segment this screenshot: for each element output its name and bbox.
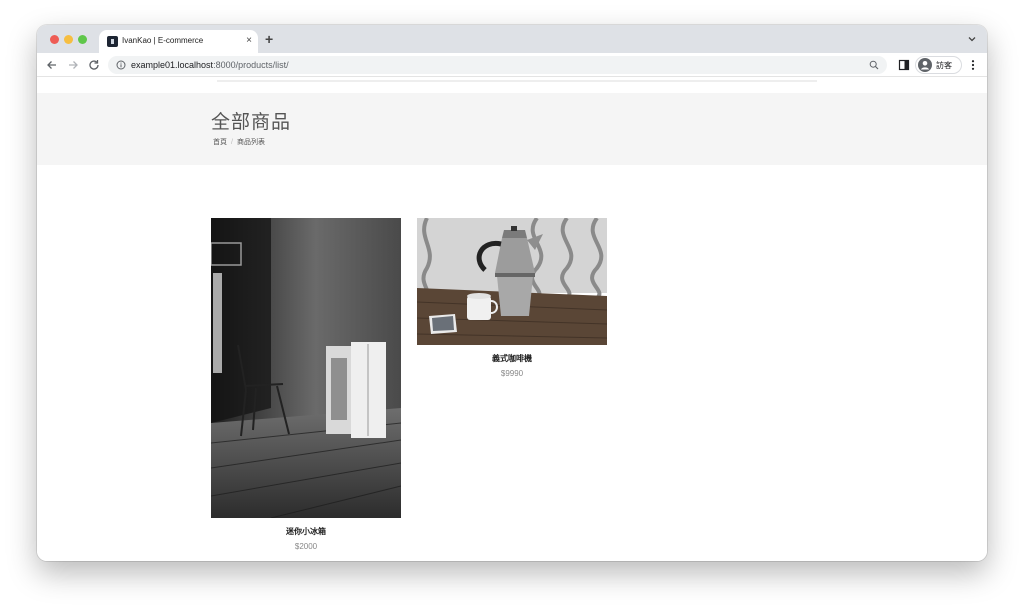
side-panel-icon[interactable]	[898, 59, 910, 71]
back-arrow-icon[interactable]	[45, 58, 59, 72]
address-bar[interactable]: example01.localhost:8000/products/list/	[108, 56, 887, 74]
page-content: 全部商品 首頁 / 商品列表 迷你小冰箱 $2000 義式咖啡機 $9990	[37, 78, 987, 561]
reload-icon[interactable]	[87, 58, 101, 72]
tab-active[interactable]: IvanKao | E-commerce ×	[99, 30, 258, 53]
product-card[interactable]: 迷你小冰箱 $2000	[211, 218, 401, 551]
breadcrumb: 首頁 / 商品列表	[213, 137, 265, 147]
moka-pot-product-image[interactable]	[417, 218, 607, 345]
tab-title: IvanKao | E-commerce	[122, 36, 204, 45]
profile-button[interactable]: 訪客	[915, 56, 962, 74]
browser-window: IvanKao | E-commerce × + example01.local…	[37, 25, 987, 561]
page-title: 全部商品	[211, 112, 292, 133]
url-host: example01.localhost	[131, 60, 214, 70]
profile-label: 訪客	[936, 61, 952, 70]
new-tab-button[interactable]: +	[265, 31, 273, 47]
forward-arrow-icon[interactable]	[66, 58, 80, 72]
site-favicon-icon	[107, 36, 118, 47]
tab-strip: IvanKao | E-commerce × +	[37, 25, 987, 53]
product-price: $9990	[500, 369, 524, 378]
breadcrumb-separator: /	[231, 139, 233, 146]
fridge-product-image[interactable]	[211, 218, 401, 518]
product-name[interactable]: 迷你小冰箱	[211, 526, 401, 537]
page-header: 全部商品 首頁 / 商品列表	[37, 93, 987, 165]
url-text[interactable]: example01.localhost:8000/products/list/	[131, 60, 289, 70]
site-info-icon[interactable]	[116, 60, 126, 70]
tab-search-chevron-down-icon[interactable]	[967, 34, 977, 44]
loading-bar	[217, 80, 817, 82]
product-card[interactable]: 義式咖啡機 $9990	[417, 218, 607, 378]
breadcrumb-current: 商品列表	[236, 139, 265, 146]
maximize-window-button[interactable]	[78, 35, 87, 44]
product-name[interactable]: 義式咖啡機	[417, 353, 607, 364]
product-price: $2000	[294, 542, 318, 551]
kebab-menu-icon[interactable]	[967, 59, 979, 71]
breadcrumb-home-link[interactable]: 首頁	[213, 139, 227, 146]
minimize-window-button[interactable]	[64, 35, 73, 44]
guest-avatar-icon	[918, 58, 932, 72]
tab-close-icon[interactable]: ×	[246, 34, 252, 48]
url-path: :8000/products/list/	[213, 60, 289, 70]
browser-toolbar: example01.localhost:8000/products/list/ …	[37, 53, 987, 77]
close-window-button[interactable]	[50, 35, 59, 44]
zoom-icon[interactable]	[869, 60, 879, 70]
